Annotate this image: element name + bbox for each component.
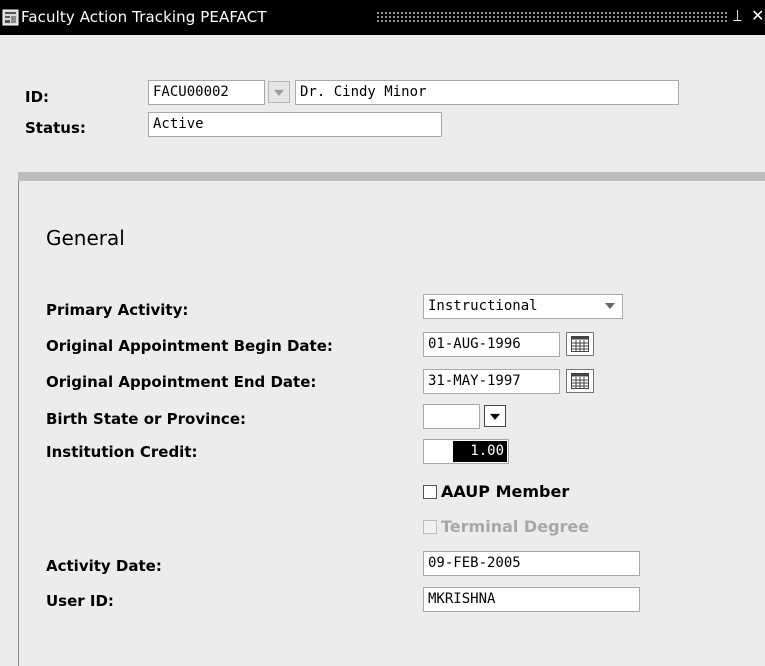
calendar-icon — [571, 336, 589, 352]
terminal-degree-label: Terminal Degree — [441, 517, 590, 536]
begin-date-label: Original Appointment Begin Date: — [46, 337, 333, 355]
form-icon — [2, 9, 19, 26]
primary-activity-value: Instructional — [428, 298, 538, 314]
aaup-member-checkbox[interactable] — [423, 485, 437, 499]
user-id-field: MKRISHNA — [423, 587, 640, 612]
terminal-degree-checkbox — [423, 520, 437, 534]
institution-credit-input[interactable]: 1.00 — [423, 439, 509, 464]
end-date-label: Original Appointment End Date: — [46, 373, 317, 391]
user-id-label: User ID: — [46, 592, 114, 610]
begin-date-calendar-button[interactable] — [566, 332, 594, 356]
birth-state-label: Birth State or Province: — [46, 410, 246, 428]
id-label: ID: — [25, 88, 50, 106]
end-date-input[interactable]: 31-MAY-1997 — [423, 369, 560, 394]
end-date-calendar-button[interactable] — [566, 369, 594, 393]
status-field: Active — [148, 112, 442, 137]
birth-state-lookup-button[interactable] — [484, 405, 506, 427]
activity-date-label: Activity Date: — [46, 557, 162, 575]
chevron-down-icon — [605, 303, 615, 309]
title-grip — [376, 11, 729, 23]
window-title: Faculty Action Tracking PEAFACT — [21, 8, 267, 26]
section-divider — [18, 172, 765, 181]
dropdown-triangle-icon — [490, 413, 500, 420]
institution-credit-value: 1.00 — [453, 441, 507, 462]
activity-date-field: 09-FEB-2005 — [423, 551, 640, 576]
begin-date-input[interactable]: 01-AUG-1996 — [423, 332, 560, 357]
close-icon[interactable]: ✕ — [751, 6, 764, 25]
primary-activity-label: Primary Activity: — [46, 301, 189, 319]
aaup-member-label[interactable]: AAUP Member — [441, 482, 569, 501]
section-title: General — [46, 226, 125, 250]
id-input[interactable]: FACU00002 — [148, 80, 265, 105]
minimize-icon[interactable]: ⟘ — [733, 7, 742, 25]
name-field: Dr. Cindy Minor — [295, 80, 679, 105]
primary-activity-select[interactable]: Instructional — [423, 294, 623, 319]
dropdown-triangle-icon — [274, 89, 284, 96]
status-label: Status: — [25, 119, 86, 137]
institution-credit-label: Institution Credit: — [46, 443, 198, 461]
birth-state-input[interactable] — [423, 404, 480, 429]
window-title-bar[interactable]: Faculty Action Tracking PEAFACT ⟘ ✕ — [0, 0, 765, 35]
id-lookup-button[interactable] — [268, 81, 290, 103]
calendar-icon — [571, 373, 589, 389]
